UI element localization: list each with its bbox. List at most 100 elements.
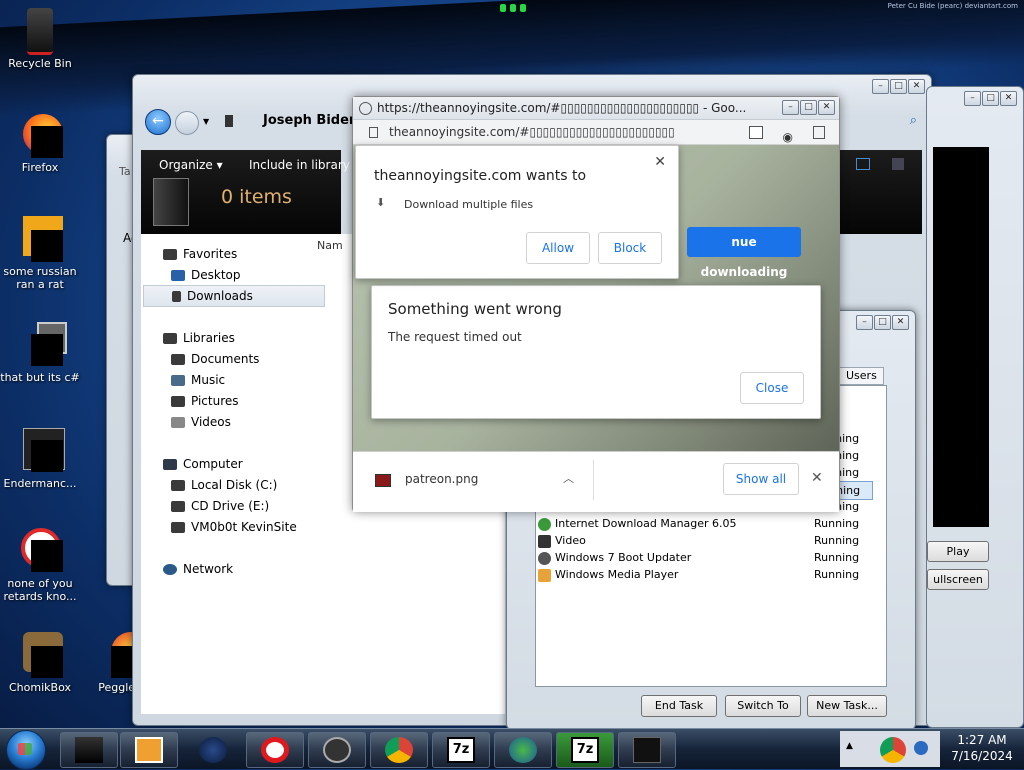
tm-maximize-button[interactable]: □: [874, 315, 891, 330]
nav-downloads[interactable]: Downloads: [143, 285, 325, 307]
switch-to-button[interactable]: Switch To: [725, 695, 801, 717]
taskbar-item-opera[interactable]: [246, 732, 304, 768]
chrome-maximize-button[interactable]: □: [800, 100, 817, 115]
extensions-icon[interactable]: [813, 126, 825, 139]
desktop-icon-enderman[interactable]: Endermanc...: [0, 428, 80, 490]
nav-local-disk[interactable]: Local Disk (C:): [171, 475, 277, 495]
nav-music[interactable]: Music: [171, 370, 225, 390]
7zip-icon: 7z: [447, 737, 475, 763]
bomb-icon: [323, 737, 351, 763]
play-button[interactable]: Play: [927, 541, 989, 562]
hamster-icon: [17, 632, 63, 678]
table-row[interactable]: Windows 7 Boot Updater Running: [538, 549, 884, 566]
taskbar-item-globe[interactable]: [184, 732, 242, 768]
taskbar-item-bomb[interactable]: [308, 732, 366, 768]
taskbar-item-media-player[interactable]: [120, 732, 178, 768]
chrome-window[interactable]: https://theannoyingsite.com/#▯▯▯▯▯▯▯▯▯▯▯…: [352, 96, 840, 512]
tm-minimize-button[interactable]: –: [856, 315, 873, 330]
tray-expand-icon[interactable]: ▲: [846, 741, 853, 751]
forward-button[interactable]: [175, 111, 199, 135]
taskbar-item-7zip[interactable]: 7z: [432, 732, 490, 768]
taskbar-item-task-manager[interactable]: [618, 732, 676, 768]
nav-documents[interactable]: Documents: [171, 349, 259, 369]
search-icon[interactable]: ⌕: [910, 113, 917, 128]
blocked-download-icon[interactable]: [749, 126, 763, 139]
taskbar-item-chrome[interactable]: [370, 732, 428, 768]
desktop-icon-russian-rat[interactable]: some russian ran a rat: [0, 216, 80, 291]
taskbar-item-7zip-2[interactable]: 7z: [556, 732, 614, 768]
download-options-icon[interactable]: ︿: [563, 470, 574, 486]
new-task-button[interactable]: New Task...: [807, 695, 887, 717]
table-row[interactable]: Video Running: [538, 532, 884, 549]
end-task-button[interactable]: End Task: [641, 695, 717, 717]
tm-close-button[interactable]: ✕: [892, 315, 909, 330]
media-player-icon: [135, 737, 163, 763]
close-button[interactable]: ✕: [908, 79, 925, 94]
view-icon[interactable]: [856, 158, 870, 170]
column-header-name[interactable]: Nam: [317, 239, 343, 252]
video-icon: [538, 534, 551, 548]
folder-path-icon: [225, 115, 233, 127]
nav-libraries[interactable]: Libraries: [163, 328, 235, 348]
wallpaper-green-lights: [500, 0, 530, 18]
close-shelf-icon[interactable]: ✕: [811, 470, 823, 486]
chrome-minimize-button[interactable]: –: [782, 100, 799, 115]
video-area[interactable]: [933, 147, 989, 527]
nav-network[interactable]: Network: [163, 559, 233, 579]
close-error-button[interactable]: Close: [740, 372, 804, 404]
permission-close-icon[interactable]: ✕: [654, 154, 666, 170]
url-text[interactable]: theannoyingsite.com/#▯▯▯▯▯▯▯▯▯▯▯▯▯▯▯▯▯▯▯…: [389, 125, 675, 139]
videos-icon: [171, 417, 185, 428]
desktop-icon-none-of-you[interactable]: none of you retards kno...: [0, 528, 80, 603]
mp-maximize-button[interactable]: □: [982, 91, 999, 106]
maximize-button[interactable]: □: [890, 79, 907, 94]
desktop-icon-chomikbox[interactable]: ChomikBox: [0, 632, 80, 694]
explorer-right-bar: [836, 150, 922, 234]
tray-network-icon[interactable]: [914, 741, 928, 755]
address-bar[interactable]: theannoyingsite.com/#▯▯▯▯▯▯▯▯▯▯▯▯▯▯▯▯▯▯▯…: [353, 120, 839, 145]
recycle-bin-icon: [17, 8, 63, 55]
table-row[interactable]: Internet Download Manager 6.05 Running: [538, 515, 884, 532]
empty-folder-icon: [153, 178, 189, 226]
stacked-windows-icon: [17, 322, 67, 368]
breadcrumb[interactable]: Joseph Biden: [263, 113, 358, 128]
allow-button[interactable]: Allow: [526, 232, 590, 264]
chrome-title-bar: https://theannoyingsite.com/#▯▯▯▯▯▯▯▯▯▯▯…: [353, 97, 839, 120]
mp-minimize-button[interactable]: –: [964, 91, 981, 106]
continue-downloading-button[interactable]: nue downloading: [687, 227, 801, 279]
desktop-icon-firefox[interactable]: Firefox: [0, 112, 80, 174]
table-row[interactable]: Windows Media Player Running: [538, 566, 884, 583]
page-globe-icon: [359, 102, 372, 115]
clock[interactable]: 1:27 AM 7/16/2024: [940, 732, 1024, 764]
include-in-library-menu[interactable]: Include in library: [249, 158, 350, 172]
nav-computer[interactable]: Computer: [163, 454, 243, 474]
media-player-window[interactable]: – □ ✕ Play ullscreen: [926, 86, 1024, 728]
nav-vm[interactable]: VM0b0t KevinSite: [171, 517, 297, 537]
minimize-button[interactable]: –: [872, 79, 889, 94]
nav-cd-drive[interactable]: CD Drive (E:): [171, 496, 269, 516]
download-filename[interactable]: patreon.png: [405, 472, 478, 486]
eye-icon[interactable]: ◉: [783, 125, 793, 144]
permission-request: Download multiple files: [404, 198, 534, 211]
fullscreen-button[interactable]: ullscreen: [927, 569, 989, 590]
preview-icon[interactable]: [892, 158, 904, 170]
nav-desktop[interactable]: Desktop: [171, 265, 241, 285]
mp-close-button[interactable]: ✕: [1000, 91, 1017, 106]
block-button[interactable]: Block: [598, 232, 662, 264]
tab-users[interactable]: Users: [839, 367, 884, 385]
desktop-icon-csharp[interactable]: that but its c#: [0, 322, 80, 384]
nav-videos[interactable]: Videos: [171, 412, 231, 432]
organize-menu[interactable]: Organize ▾: [159, 158, 223, 172]
chrome-close-button[interactable]: ✕: [818, 100, 835, 115]
taskbar-item-explorer[interactable]: [60, 732, 118, 768]
pictures-icon: [171, 396, 185, 407]
back-button[interactable]: ←: [145, 109, 171, 135]
tray-chrome-icon[interactable]: [880, 737, 906, 763]
history-dropdown-icon[interactable]: ▼: [203, 117, 209, 126]
nav-pictures[interactable]: Pictures: [171, 391, 239, 411]
desktop-icon-recycle-bin[interactable]: Recycle Bin: [0, 8, 80, 70]
taskbar-item-idm[interactable]: [494, 732, 552, 768]
nav-favorites[interactable]: Favorites: [163, 244, 237, 264]
start-button[interactable]: [6, 730, 46, 770]
show-all-button[interactable]: Show all: [723, 463, 799, 495]
